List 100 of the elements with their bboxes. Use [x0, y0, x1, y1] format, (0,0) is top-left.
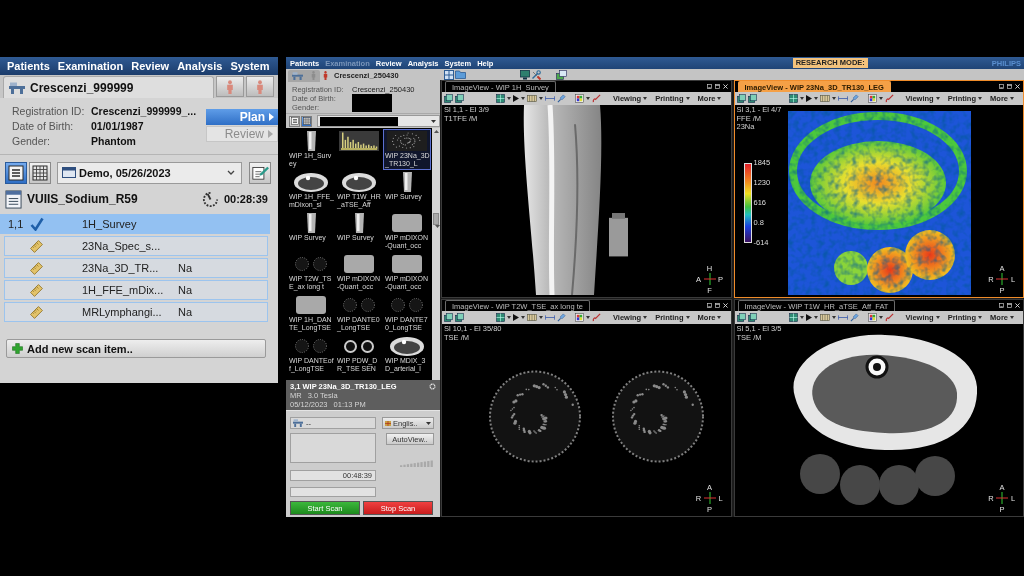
- orientation-cross-icon: [703, 492, 716, 504]
- add-scan-button[interactable]: Add new scan item..: [6, 339, 266, 358]
- phantom-scan-drawing: [344, 255, 374, 273]
- phantom-scan-drawing: [296, 296, 326, 314]
- series-dropdown[interactable]: [317, 115, 440, 127]
- caret-icon[interactable]: [813, 316, 818, 319]
- nucleus-label: Na: [178, 284, 194, 296]
- caret-icon[interactable]: [799, 316, 804, 319]
- layout-icon[interactable]: [444, 69, 454, 80]
- close-icon[interactable]: [1015, 84, 1020, 89]
- person-icon: [256, 79, 264, 94]
- maximize-icon[interactable]: [1007, 84, 1012, 89]
- scan-item[interactable]: MRLymphangi... Na: [4, 302, 268, 322]
- patient-tab[interactable]: Crescenzi_999999: [3, 76, 214, 98]
- mode-button[interactable]: Plan: [206, 109, 278, 125]
- caret-icon: [717, 316, 722, 319]
- grid-icon[interactable]: [788, 94, 798, 103]
- caret-icon[interactable]: [878, 97, 883, 100]
- list-view-icon: [8, 164, 24, 181]
- caret-icon[interactable]: [799, 97, 804, 100]
- exam-title: VUIIS_Sodium_R59: [27, 192, 138, 206]
- arrow-up-icon[interactable]: [433, 130, 439, 133]
- axial-scan-drawing: [343, 298, 375, 312]
- palette-icon[interactable]: [867, 94, 877, 103]
- view-toggle[interactable]: [5, 161, 27, 184]
- grid-icon[interactable]: [496, 313, 505, 322]
- maximize-icon[interactable]: [714, 84, 720, 89]
- caret-icon: [269, 113, 274, 121]
- caret-icon[interactable]: [831, 97, 836, 100]
- maximize-icon[interactable]: [714, 303, 720, 308]
- menu-item[interactable]: System: [230, 60, 270, 72]
- caret-icon[interactable]: [586, 97, 590, 100]
- windows-icon[interactable]: [556, 69, 567, 80]
- play-icon[interactable]: [805, 95, 812, 102]
- monitor-icon[interactable]: [520, 69, 530, 80]
- exam-dropdown[interactable]: Demo, 05/26/2023: [57, 161, 242, 184]
- close-icon[interactable]: [722, 84, 728, 89]
- minimize-icon[interactable]: [706, 84, 712, 89]
- maximize-icon[interactable]: [1007, 303, 1012, 308]
- caret-icon[interactable]: [813, 97, 818, 100]
- scan-item[interactable]: 1H_FFE_mDix... Na: [4, 280, 268, 300]
- scan-item[interactable]: 1,1 1H_Survey: [0, 214, 270, 234]
- view-toggle[interactable]: [301, 115, 312, 127]
- caret-icon[interactable]: [521, 97, 525, 100]
- curve-icon[interactable]: [592, 94, 601, 103]
- close-icon[interactable]: [1015, 303, 1020, 308]
- caret-icon[interactable]: [539, 97, 543, 100]
- minimize-icon[interactable]: [999, 84, 1004, 89]
- caret-icon[interactable]: [586, 316, 590, 319]
- scrollbar-thumb[interactable]: [433, 213, 439, 225]
- orientation-cross-icon: [996, 273, 1008, 285]
- curve-icon[interactable]: [592, 313, 601, 322]
- caret-icon: [426, 421, 431, 425]
- bed-icon: [293, 419, 303, 427]
- play-icon[interactable]: [805, 314, 812, 321]
- palette-icon[interactable]: [867, 313, 877, 322]
- caret-icon[interactable]: [507, 316, 511, 319]
- caret-icon[interactable]: [831, 316, 836, 319]
- scan-item[interactable]: 23Na_Spec_s...: [4, 236, 268, 256]
- minimize-icon[interactable]: [706, 303, 712, 308]
- minimize-icon[interactable]: [999, 303, 1004, 308]
- pin-icon[interactable]: [849, 313, 859, 322]
- field-label: Registration ID:: [12, 104, 86, 119]
- menu-item[interactable]: Examination: [57, 60, 124, 72]
- field-value: 01/01/1987: [91, 119, 145, 134]
- scan-item[interactable]: 23Na_3D_TR... Na: [4, 258, 268, 278]
- leg-scan-drawing: [306, 213, 316, 233]
- menu-item[interactable]: Analysis: [177, 60, 223, 72]
- ring-icon[interactable]: [429, 383, 436, 390]
- arrow-down-icon[interactable]: [435, 225, 440, 228]
- grid-icon[interactable]: [496, 94, 505, 103]
- view-toggle[interactable]: [29, 161, 51, 184]
- tools-icon[interactable]: [531, 69, 541, 80]
- caret-icon[interactable]: [878, 316, 883, 319]
- pin-icon[interactable]: [849, 94, 859, 103]
- play-icon[interactable]: [513, 95, 519, 102]
- pin-icon[interactable]: [557, 313, 566, 322]
- menu-item[interactable]: Patients: [7, 60, 50, 72]
- axial-scan-drawing: [294, 172, 328, 192]
- patient-tab[interactable]: [288, 69, 320, 82]
- caret-icon[interactable]: [507, 97, 511, 100]
- document-icon: [5, 189, 22, 209]
- curve-icon[interactable]: [884, 94, 894, 103]
- caret-icon: [268, 130, 273, 138]
- curve-icon[interactable]: [884, 313, 894, 322]
- close-icon[interactable]: [722, 303, 728, 308]
- palette-icon[interactable]: [575, 94, 584, 103]
- spectrum-graph-drawing: [339, 131, 379, 151]
- scrollbar[interactable]: [432, 128, 440, 380]
- grid-icon[interactable]: [788, 313, 798, 322]
- leg-scan-drawing: [402, 172, 412, 192]
- play-icon[interactable]: [513, 314, 519, 321]
- view-toggle[interactable]: [289, 115, 300, 127]
- palette-icon[interactable]: [575, 313, 584, 322]
- caret-icon[interactable]: [539, 316, 543, 319]
- pin-icon[interactable]: [557, 94, 566, 103]
- caret-icon[interactable]: [521, 316, 525, 319]
- menu-item[interactable]: Review: [131, 60, 170, 72]
- nucleus-label: Na: [178, 262, 194, 274]
- edit-button[interactable]: [249, 161, 271, 184]
